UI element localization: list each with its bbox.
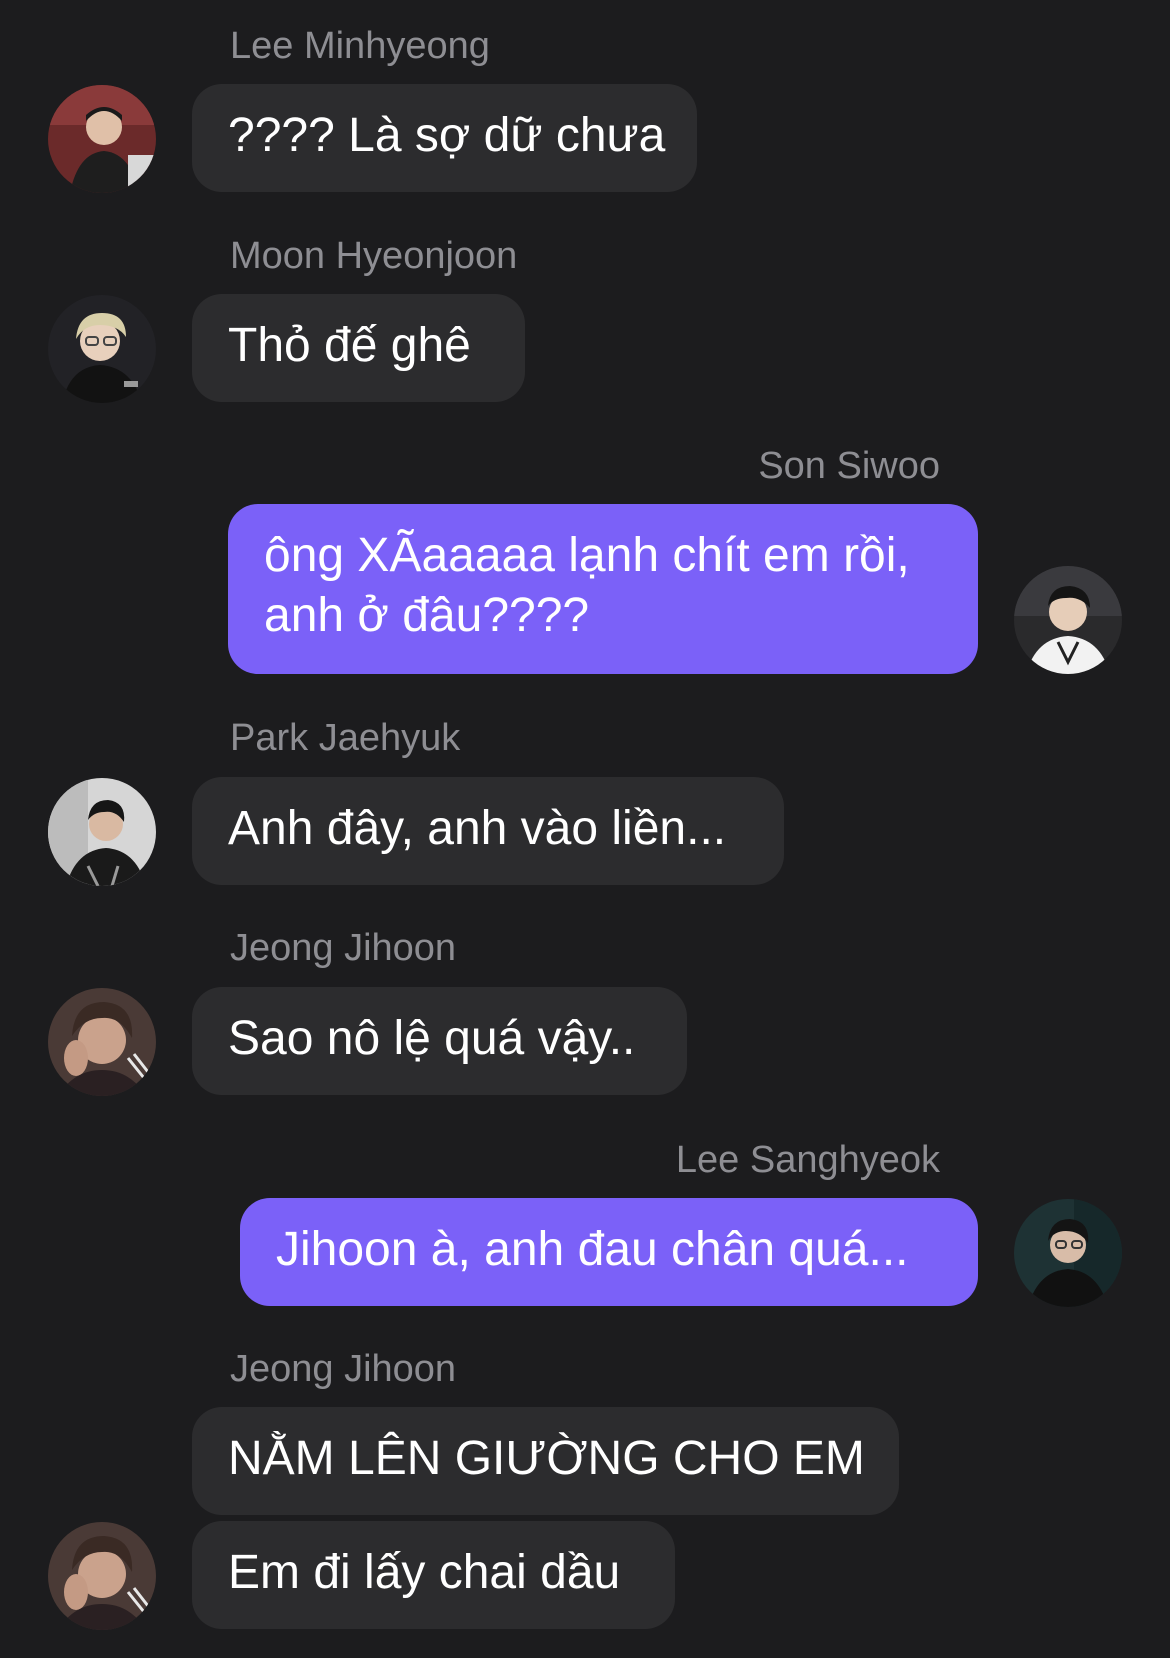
avatar-jeong-jihoon[interactable] bbox=[48, 988, 156, 1096]
message-text: Thỏ đế ghê bbox=[228, 319, 471, 372]
message-bubble[interactable]: ông XÃaaaaa lạnh chít em rồi, anh ở đâu?… bbox=[228, 504, 978, 674]
message-bubble[interactable]: Anh đây, anh vào liền... bbox=[192, 777, 784, 885]
sender-name: Lee Sanghyeok bbox=[675, 1139, 940, 1181]
avatar-moon-hyeonjoon[interactable] bbox=[48, 295, 156, 403]
sender-name: Jeong Jihoon bbox=[230, 1348, 457, 1390]
avatar-lee-sanghyeok[interactable] bbox=[1014, 1199, 1122, 1307]
sender-name: Jeong Jihoon bbox=[230, 927, 457, 969]
message-text: ???? Là sợ dữ chưa bbox=[228, 109, 666, 162]
message-text: Anh đây, anh vào liền... bbox=[228, 802, 727, 855]
avatar-son-siwoo[interactable] bbox=[1014, 566, 1122, 674]
message-bubble[interactable]: Em đi lấy chai dầu bbox=[192, 1521, 675, 1629]
message-bubble[interactable]: Thỏ đế ghê bbox=[192, 294, 525, 402]
message-text-line: ông XÃaaaaa lạnh chít em rồi, bbox=[264, 529, 910, 582]
sender-name: Son Siwoo bbox=[758, 445, 940, 487]
message-text: NẰM LÊN GIƯỜNG CHO EM bbox=[228, 1432, 865, 1485]
avatar-jeong-jihoon[interactable] bbox=[48, 1522, 156, 1630]
message-bubble[interactable]: NẰM LÊN GIƯỜNG CHO EM bbox=[192, 1407, 899, 1515]
sender-name: Lee Minhyeong bbox=[230, 25, 490, 67]
message-text: Em đi lấy chai dầu bbox=[228, 1546, 621, 1599]
message-bubble[interactable]: Jihoon à, anh đau chân quá... bbox=[240, 1198, 978, 1306]
message-text-line: anh ở đâu???? bbox=[264, 589, 590, 642]
message-text: Sao nô lệ quá vậy.. bbox=[228, 1012, 636, 1065]
message-bubble[interactable]: Sao nô lệ quá vậy.. bbox=[192, 987, 687, 1095]
avatar-park-jaehyuk[interactable] bbox=[48, 778, 156, 886]
avatar-lee-minhyeong[interactable] bbox=[48, 85, 156, 193]
sender-name: Park Jaehyuk bbox=[230, 717, 461, 759]
message-text: Jihoon à, anh đau chân quá... bbox=[276, 1223, 909, 1276]
sender-name: Moon Hyeonjoon bbox=[230, 235, 518, 277]
message-bubble[interactable]: ???? Là sợ dữ chưa bbox=[192, 84, 697, 192]
